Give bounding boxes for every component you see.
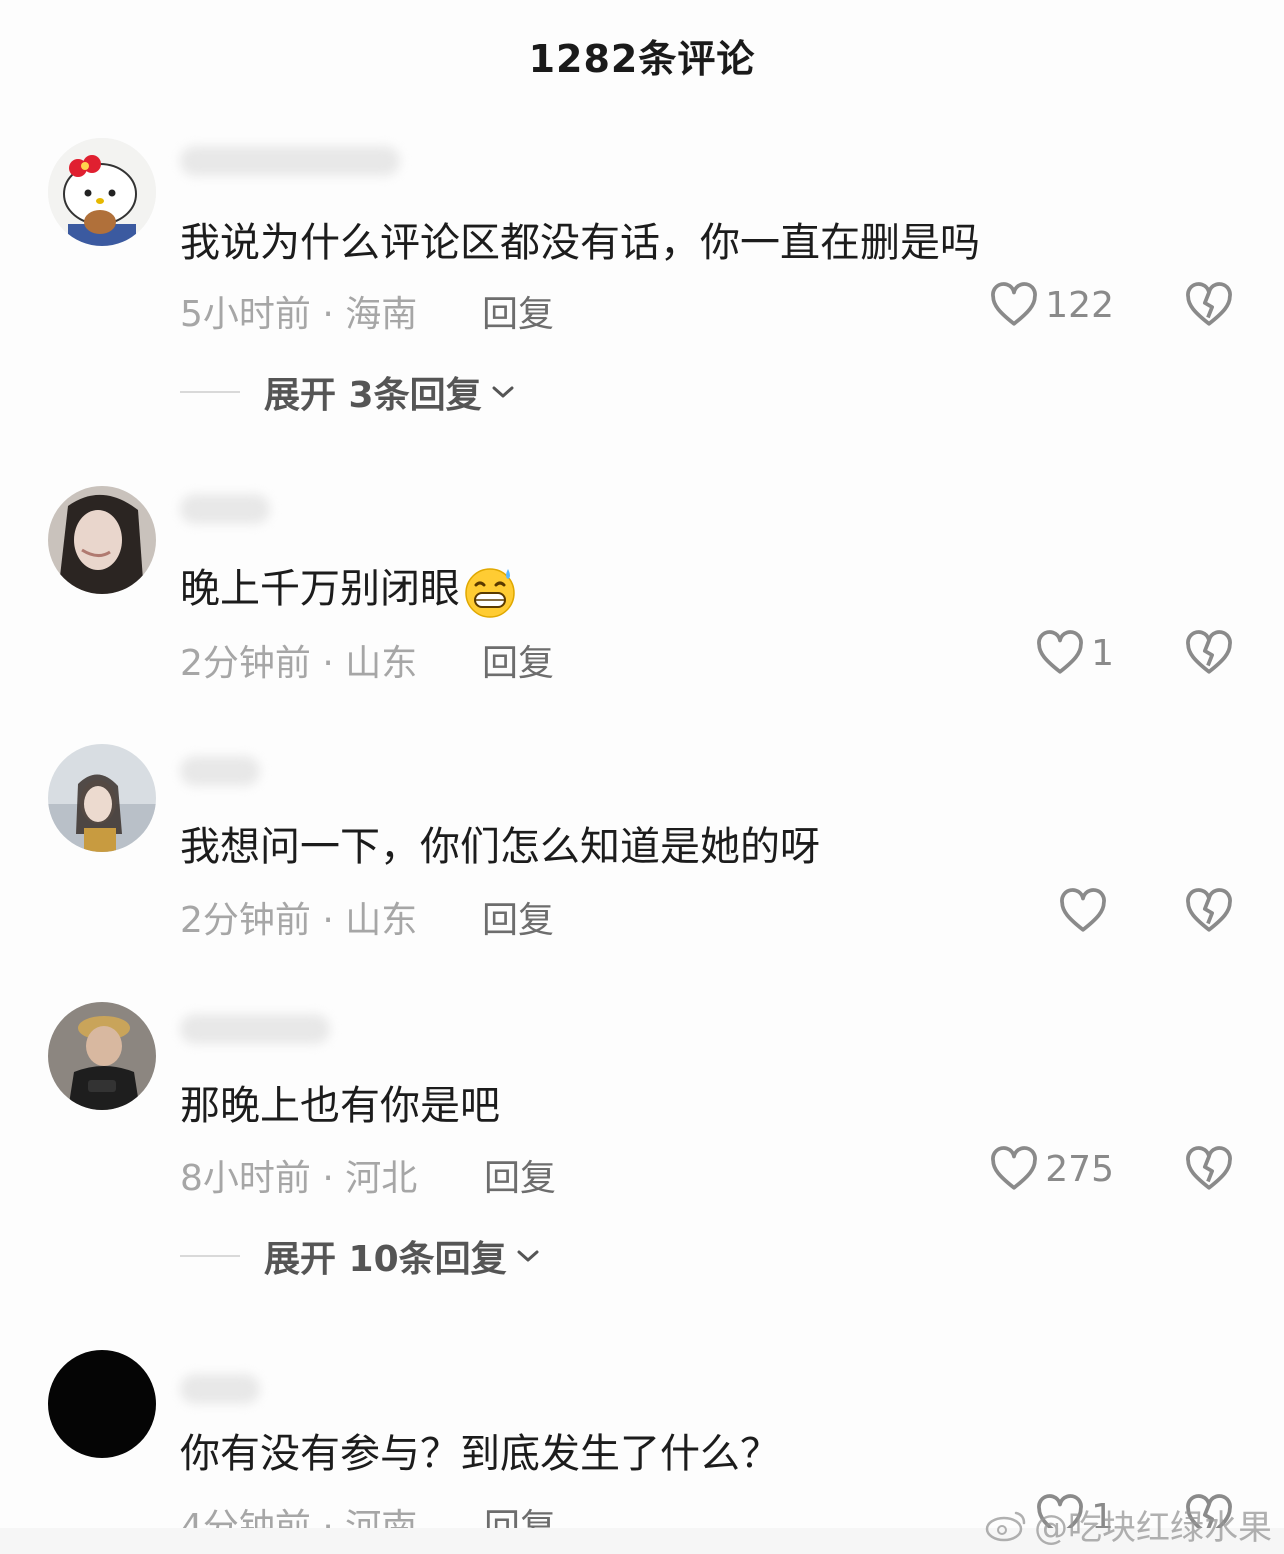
comment-time-location: 2分钟前 · 山东 (180, 643, 418, 684)
heart-outline-icon (1037, 630, 1083, 674)
heart-outline-icon (991, 1146, 1038, 1190)
expand-replies-label: 展开 3条回复 (264, 375, 482, 416)
reply-button[interactable]: 回复 (482, 634, 554, 686)
comment-time-location: 5小时前 · 海南 (180, 294, 418, 335)
like-count: 275 (1045, 1148, 1114, 1190)
like-count: 122 (1045, 284, 1114, 326)
broken-heart-icon[interactable] (1184, 888, 1234, 934)
expand-replies-label: 展开 10条回复 (264, 1239, 507, 1280)
heart-outline-icon (991, 282, 1038, 326)
comment-text: 那晚上也有你是吧 (180, 1083, 500, 1129)
username-blurred[interactable] (180, 756, 260, 786)
username-blurred[interactable] (180, 494, 270, 524)
username-blurred[interactable] (180, 1374, 260, 1404)
comment-text: 晚上千万别闭眼 (180, 556, 518, 619)
heart-outline-icon (1060, 888, 1106, 932)
divider (180, 1255, 240, 1257)
grinning-sweat-emoji (465, 568, 515, 618)
comment-time-location: 2分钟前 · 山东 (180, 900, 418, 941)
avatar[interactable] (48, 138, 156, 246)
broken-heart-icon[interactable] (1184, 282, 1234, 328)
username-blurred[interactable] (180, 1014, 330, 1044)
weibo-logo-icon (985, 1511, 1026, 1541)
reply-button[interactable]: 回复 (482, 285, 554, 337)
watermark-text: @吃块红绿水果 (1034, 1508, 1272, 1548)
comment-time-location: 8小时前 · 河北 (180, 1158, 418, 1199)
like-button[interactable]: 122 (989, 282, 1114, 328)
like-button[interactable]: 275 (989, 1146, 1114, 1192)
reply-button[interactable]: 回复 (482, 891, 554, 943)
comment-text: 你有没有参与？到底发生了什么？ (180, 1431, 780, 1477)
comments-count-title: 1282条评论 (528, 37, 756, 81)
avatar[interactable] (48, 744, 156, 852)
avatar[interactable] (48, 1350, 156, 1458)
chevron-down-icon (517, 1250, 539, 1262)
expand-replies-button[interactable]: 展开 10条回复 (180, 1230, 541, 1282)
comment-text: 我想问一下，你们怎么知道是她的呀 (180, 824, 820, 870)
expand-replies-button[interactable]: 展开 3条回复 (180, 366, 516, 418)
username-blurred[interactable] (180, 146, 400, 176)
watermark: @吃块红绿水果 (984, 1500, 1272, 1549)
chevron-down-icon (492, 386, 514, 398)
like-button[interactable]: 1 (1035, 630, 1114, 676)
reply-button[interactable]: 回复 (484, 1149, 556, 1201)
broken-heart-icon[interactable] (1184, 1146, 1234, 1192)
broken-heart-icon[interactable] (1184, 630, 1234, 676)
like-count: 1 (1091, 632, 1114, 674)
avatar[interactable] (48, 1002, 156, 1110)
avatar[interactable] (48, 486, 156, 594)
comment-text: 我说为什么评论区都没有话，你一直在删是吗 (180, 220, 980, 266)
like-button[interactable] (1058, 888, 1114, 934)
divider (180, 391, 240, 393)
